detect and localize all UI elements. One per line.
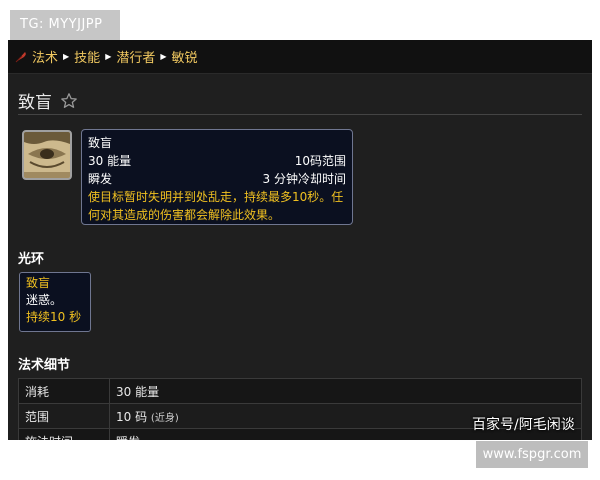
breadcrumb-arrow-icon: ▶ — [160, 52, 167, 61]
detail-range-note: (近身) — [150, 412, 179, 424]
aura-tooltip: 致盲 迷惑。 持续10 秒 — [19, 272, 91, 332]
aura-effect: 迷惑。 — [26, 293, 63, 307]
table-row: 消耗 30 能量 — [18, 378, 582, 404]
breadcrumb-arrow-icon: ▶ — [63, 52, 70, 61]
spell-tooltip: 致盲 30 能量 10码范围 瞬发 3 分钟冷却时间 使目标暂时失明并到处乱走，… — [81, 129, 353, 225]
tooltip-cast-time: 瞬发 — [88, 172, 113, 186]
site-url-label: www.fspgr.com — [476, 441, 588, 468]
overlay-watermark: 百家号/阿毛闲谈 — [472, 417, 575, 433]
watermark-tag: TG: MYYJJPP — [10, 10, 120, 40]
title-divider — [18, 114, 582, 115]
breadcrumb-item-rogue[interactable]: 潜行者 — [116, 47, 155, 66]
breadcrumb-item-spells[interactable]: 法术 — [32, 47, 58, 66]
spell-icon[interactable] — [22, 130, 72, 180]
spell-page-panel: 法术 ▶ 技能 ▶ 潜行者 ▶ 敏锐 致盲 致盲 30 能量 10码范围 瞬发 — [8, 40, 592, 440]
breadcrumb-item-skills[interactable]: 技能 — [74, 47, 100, 66]
feather-quill-icon — [15, 51, 26, 62]
tooltip-range: 10码范围 — [294, 154, 346, 168]
spell-details-heading: 法术细节 — [18, 358, 71, 373]
aura-heading: 光环 — [18, 252, 45, 267]
detail-value-range: 10 码 — [116, 409, 148, 424]
detail-label-cast-time: 施法时间 — [18, 428, 110, 440]
detail-label-range: 范围 — [18, 403, 110, 429]
breadcrumb-item-subtlety[interactable]: 敏锐 — [172, 47, 198, 66]
title-row: 致盲 — [18, 88, 78, 113]
tooltip-cost-range-row: 30 能量 10码范围 — [88, 152, 346, 170]
breadcrumb: 法术 ▶ 技能 ▶ 潜行者 ▶ 敏锐 — [8, 40, 592, 74]
tooltip-description: 使目标暂时失明并到处乱走，持续最多10秒。任何对其造成的伤害都会解除此效果。 — [88, 190, 344, 222]
detail-label-cost: 消耗 — [18, 378, 110, 404]
breadcrumb-arrow-icon: ▶ — [105, 52, 112, 61]
page-title: 致盲 — [18, 93, 52, 113]
star-outline-icon[interactable] — [60, 92, 78, 110]
aura-duration: 持续10 秒 — [26, 310, 82, 324]
tooltip-cast-cooldown-row: 瞬发 3 分钟冷却时间 — [88, 170, 346, 188]
tooltip-spell-name: 致盲 — [88, 136, 113, 150]
detail-value-cost: 30 能量 — [109, 378, 582, 404]
tooltip-cooldown: 3 分钟冷却时间 — [262, 172, 346, 186]
aura-name: 致盲 — [26, 276, 51, 290]
blind-eye-icon — [24, 132, 70, 178]
tooltip-cost: 30 能量 — [88, 154, 132, 168]
